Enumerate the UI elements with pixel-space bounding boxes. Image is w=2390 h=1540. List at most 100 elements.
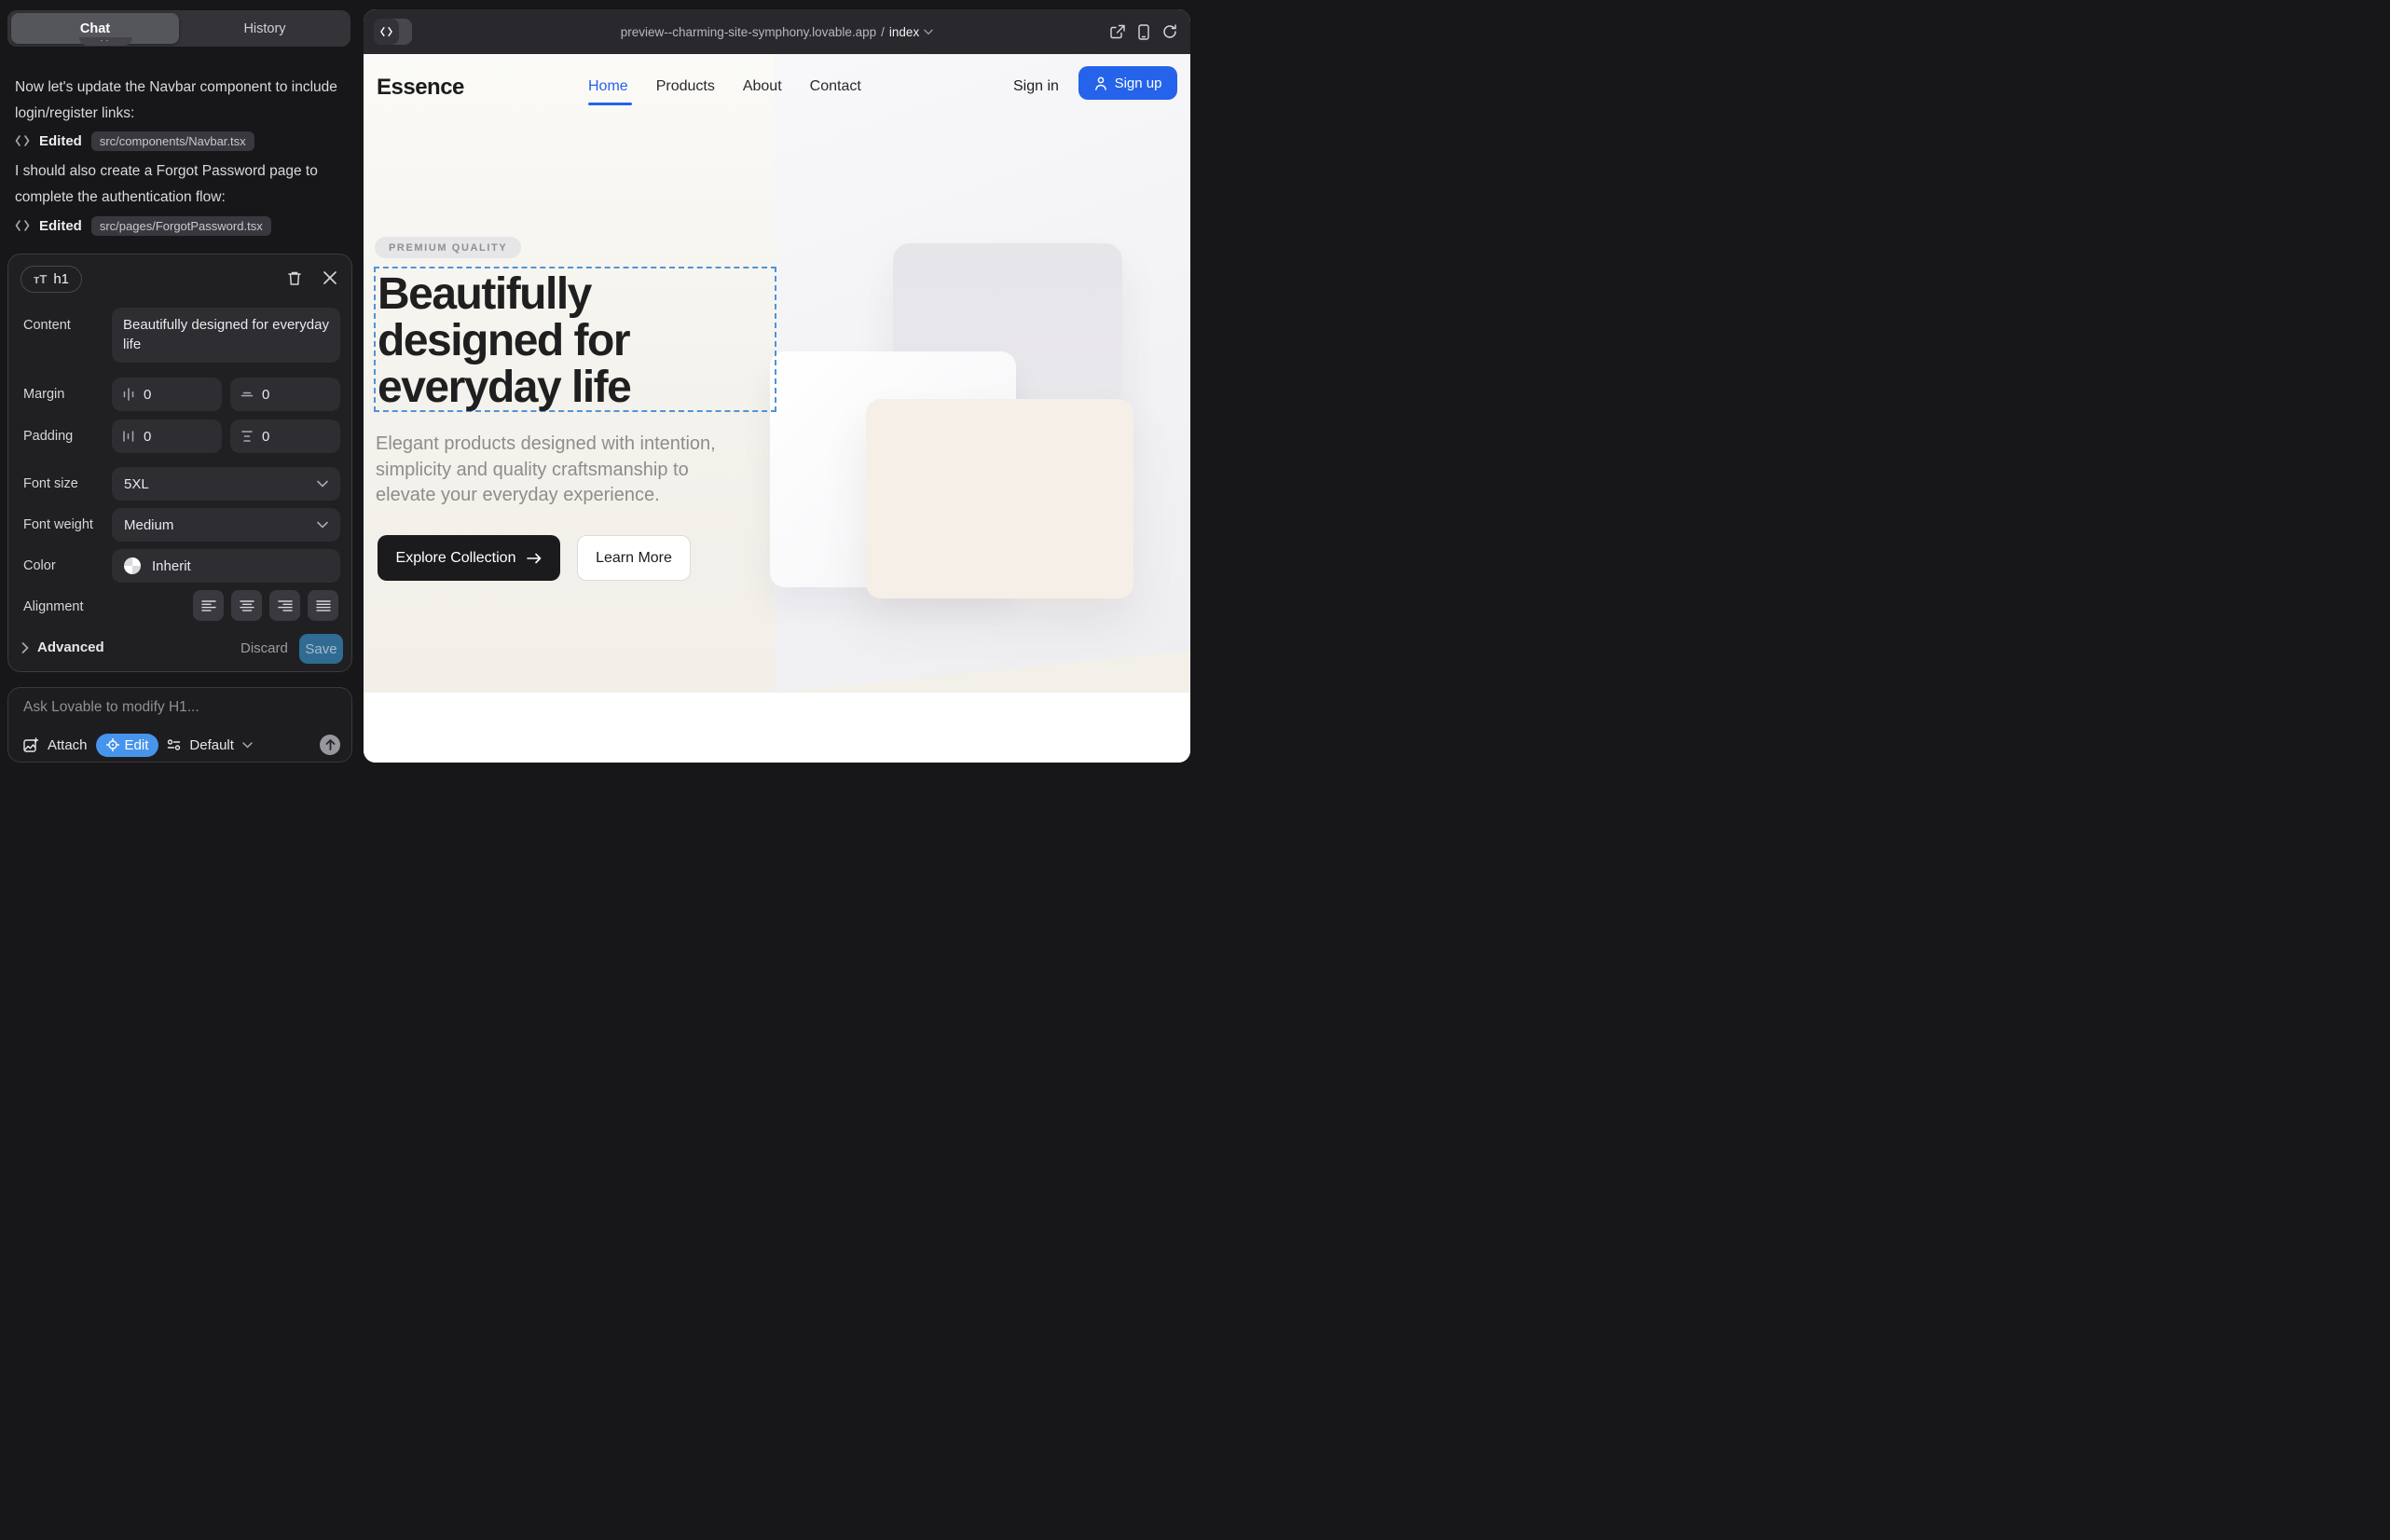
hero-heading[interactable]: Beautifully designed for everyday life [378, 271, 773, 411]
alignment-buttons [193, 590, 338, 621]
decor-card-cream [866, 399, 1133, 598]
assistant-message: Now let's update the Navbar component to… [15, 75, 352, 127]
assistant-message: I should also create a Forgot Password p… [15, 158, 352, 211]
hero-paragraph: Elegant products designed with intention… [376, 432, 741, 509]
align-center-button[interactable] [231, 590, 262, 621]
learn-more-button[interactable]: Learn More [577, 535, 691, 581]
margin-x-input[interactable]: 0 [112, 378, 222, 411]
font-size-value: 5XL [124, 476, 149, 492]
color-label: Color [23, 558, 56, 573]
explore-collection-button[interactable]: Explore Collection [378, 535, 560, 581]
attach-image-icon [23, 737, 39, 752]
mobile-view-icon[interactable] [1138, 24, 1149, 40]
edit-mode-button[interactable]: Edit [96, 734, 159, 757]
site-logo[interactable]: Essence [377, 75, 464, 101]
content-input[interactable]: Beautifully designed for everyday life [112, 308, 340, 363]
element-editor-panel: тT h1 Content Beautifully designed for e… [7, 254, 352, 672]
chevron-down-icon [924, 29, 933, 35]
nav-link-about[interactable]: About [743, 78, 782, 95]
padding-vertical-icon [240, 430, 254, 443]
advanced-label: Advanced [37, 639, 104, 655]
padding-label: Padding [23, 429, 73, 444]
scrolled-chip: ·· [79, 37, 132, 46]
send-button[interactable] [320, 735, 340, 755]
preview-site: Essence Home Products About Contact Sign… [364, 54, 1190, 763]
user-icon [1094, 76, 1107, 90]
close-panel-button[interactable] [320, 268, 340, 288]
edited-label: Edited [39, 133, 82, 149]
mode-select[interactable]: Default [189, 737, 234, 753]
edited-label: Edited [39, 218, 82, 234]
preview-browser-window: preview--charming-site-symphony.lovable.… [364, 9, 1190, 763]
align-justify-icon [316, 599, 331, 612]
color-swatch [124, 557, 141, 574]
save-button[interactable]: Save [299, 634, 343, 664]
chat-panel: Chat History ·· Now let's update the Nav… [0, 0, 364, 770]
chevron-right-icon [21, 642, 29, 653]
font-weight-value: Medium [124, 517, 173, 533]
edit-mode-label: Edit [125, 737, 149, 753]
nav-active-underline [588, 103, 632, 105]
padding-horizontal-icon [122, 430, 135, 443]
trash-icon [287, 270, 302, 286]
color-select[interactable]: Inherit [112, 549, 340, 583]
close-icon [323, 271, 337, 284]
nav-link-products[interactable]: Products [656, 78, 715, 95]
sign-up-button[interactable]: Sign up [1078, 66, 1177, 100]
prompt-composer: Ask Lovable to modify H1... Attach Edit … [7, 687, 352, 763]
prompt-input[interactable]: Ask Lovable to modify H1... [23, 699, 199, 716]
chevron-down-icon [242, 742, 253, 749]
content-label: Content [23, 318, 71, 333]
align-left-icon [201, 599, 216, 612]
delete-element-button[interactable] [284, 268, 305, 288]
sign-in-link[interactable]: Sign in [1013, 78, 1059, 95]
refresh-icon[interactable] [1162, 24, 1177, 39]
tab-chat-label: Chat [80, 21, 110, 36]
font-size-select[interactable]: 5XL [112, 467, 340, 501]
font-size-label: Font size [23, 476, 78, 491]
sign-up-label: Sign up [1115, 76, 1162, 91]
open-external-icon[interactable] [1110, 24, 1125, 39]
margin-x-value: 0 [144, 387, 151, 403]
nav-link-home[interactable]: Home [588, 78, 628, 95]
file-chip[interactable]: src/pages/ForgotPassword.tsx [91, 216, 271, 236]
align-left-button[interactable] [193, 590, 224, 621]
color-value: Inherit [152, 558, 191, 574]
explore-collection-label: Explore Collection [396, 550, 516, 567]
margin-label: Margin [23, 387, 64, 402]
url-page: index [889, 25, 919, 39]
next-section-background [364, 693, 1190, 763]
advanced-toggle[interactable]: Advanced [21, 639, 104, 655]
lovable-app: Chat History ·· Now let's update the Nav… [0, 0, 1195, 770]
margin-vertical-icon [240, 388, 254, 401]
margin-y-input[interactable]: 0 [230, 378, 340, 411]
chevron-down-icon [317, 480, 328, 488]
code-preview-toggle[interactable] [374, 19, 412, 45]
font-weight-select[interactable]: Medium [112, 508, 340, 542]
attach-button[interactable]: Attach [48, 737, 88, 753]
tab-history-label: History [243, 21, 285, 36]
code-icon [374, 19, 399, 45]
padding-y-value: 0 [262, 429, 269, 445]
padding-x-input[interactable]: 0 [112, 419, 222, 453]
composer-toolbar: Attach Edit Default [23, 733, 340, 757]
typography-icon: тT [34, 272, 47, 286]
nav-link-contact[interactable]: Contact [810, 78, 861, 95]
font-weight-label: Font weight [23, 517, 93, 532]
element-tag-label: h1 [53, 271, 69, 287]
url-bar[interactable]: preview--charming-site-symphony.lovable.… [364, 25, 1190, 39]
file-chip[interactable]: src/components/Navbar.tsx [91, 131, 254, 151]
edited-file-row[interactable]: Edited src/pages/ForgotPassword.tsx [15, 214, 271, 237]
discard-button[interactable]: Discard [240, 640, 288, 656]
padding-y-input[interactable]: 0 [230, 419, 340, 453]
hero-badge: PREMIUM QUALITY [375, 237, 521, 258]
tab-history[interactable]: History [179, 21, 350, 36]
align-right-button[interactable] [269, 590, 300, 621]
padding-x-value: 0 [144, 429, 151, 445]
site-nav: Home Products About Contact [588, 78, 861, 95]
edited-file-row[interactable]: Edited src/components/Navbar.tsx [15, 130, 254, 152]
alignment-label: Alignment [23, 599, 83, 614]
arrow-up-icon [325, 739, 336, 750]
margin-horizontal-icon [122, 388, 135, 401]
align-justify-button[interactable] [308, 590, 338, 621]
